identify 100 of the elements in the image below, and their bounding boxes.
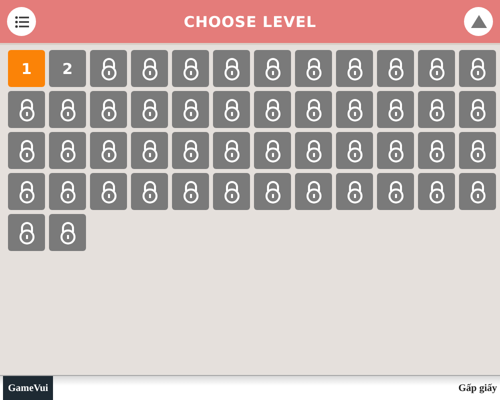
triangle-icon — [470, 15, 486, 28]
locked-level-tile[interactable] — [131, 91, 168, 128]
lock-icon — [100, 98, 118, 122]
list-icon — [14, 16, 28, 28]
locked-level-tile[interactable] — [172, 173, 209, 210]
locked-level-tile[interactable] — [459, 91, 496, 128]
lock-icon — [222, 180, 240, 204]
lock-icon — [140, 180, 158, 204]
lock-icon — [182, 56, 200, 80]
locked-level-tile[interactable] — [418, 132, 455, 169]
locked-level-tile[interactable] — [90, 173, 127, 210]
locked-level-tile[interactable] — [418, 173, 455, 210]
page-title: CHOOSE LEVEL — [184, 12, 316, 30]
lock-icon — [468, 98, 486, 122]
locked-level-tile[interactable] — [213, 173, 250, 210]
locked-level-tile[interactable] — [90, 50, 127, 87]
locked-level-tile[interactable] — [459, 173, 496, 210]
lock-icon — [58, 98, 76, 122]
locked-level-tile[interactable] — [49, 91, 86, 128]
locked-level-tile[interactable] — [336, 50, 373, 87]
lock-icon — [468, 180, 486, 204]
lock-icon — [428, 180, 446, 204]
lock-icon — [468, 56, 486, 80]
lock-icon — [100, 180, 118, 204]
locked-level-tile[interactable] — [254, 132, 291, 169]
locked-level-tile[interactable] — [90, 91, 127, 128]
lock-icon — [222, 98, 240, 122]
lock-icon — [386, 98, 404, 122]
lock-icon — [304, 98, 322, 122]
lock-icon — [140, 98, 158, 122]
locked-level-tile[interactable] — [49, 214, 86, 251]
locked-level-tile[interactable] — [377, 91, 414, 128]
lock-icon — [264, 180, 282, 204]
lock-icon — [386, 180, 404, 204]
lock-icon — [18, 180, 36, 204]
locked-level-tile[interactable] — [213, 50, 250, 87]
lock-icon — [428, 138, 446, 162]
locked-level-tile[interactable] — [49, 132, 86, 169]
locked-level-tile[interactable] — [131, 50, 168, 87]
locked-level-tile[interactable] — [8, 173, 45, 210]
lock-icon — [58, 180, 76, 204]
locked-level-tile[interactable] — [8, 91, 45, 128]
level-button[interactable]: 1 — [8, 50, 45, 87]
lock-icon — [222, 56, 240, 80]
locked-level-tile[interactable] — [336, 91, 373, 128]
level-button[interactable]: 2 — [49, 50, 86, 87]
lock-icon — [346, 56, 364, 80]
locked-level-tile[interactable] — [418, 50, 455, 87]
locked-level-tile[interactable] — [295, 50, 332, 87]
lock-icon — [18, 98, 36, 122]
locked-level-tile[interactable] — [254, 50, 291, 87]
locked-level-tile[interactable] — [459, 132, 496, 169]
locked-level-tile[interactable] — [131, 173, 168, 210]
lock-icon — [386, 56, 404, 80]
lock-icon — [182, 138, 200, 162]
lock-icon — [100, 56, 118, 80]
locked-level-tile[interactable] — [254, 173, 291, 210]
up-button[interactable] — [464, 7, 493, 36]
locked-level-tile[interactable] — [377, 173, 414, 210]
lock-icon — [304, 180, 322, 204]
locked-level-tile[interactable] — [213, 132, 250, 169]
lock-icon — [304, 138, 322, 162]
locked-level-tile[interactable] — [295, 132, 332, 169]
lock-icon — [58, 220, 76, 244]
lock-icon — [18, 220, 36, 244]
locked-level-tile[interactable] — [377, 50, 414, 87]
lock-icon — [182, 180, 200, 204]
locked-level-tile[interactable] — [49, 173, 86, 210]
lock-icon — [58, 138, 76, 162]
brand-logo[interactable]: GameVui — [3, 376, 54, 400]
lock-icon — [386, 138, 404, 162]
lock-icon — [428, 56, 446, 80]
locked-level-tile[interactable] — [131, 132, 168, 169]
lock-icon — [140, 56, 158, 80]
locked-level-tile[interactable] — [172, 91, 209, 128]
locked-level-tile[interactable] — [213, 91, 250, 128]
lock-icon — [346, 180, 364, 204]
menu-button[interactable] — [7, 7, 36, 36]
locked-level-tile[interactable] — [8, 214, 45, 251]
locked-level-tile[interactable] — [336, 132, 373, 169]
locked-level-tile[interactable] — [418, 91, 455, 128]
lock-icon — [222, 138, 240, 162]
locked-level-tile[interactable] — [336, 173, 373, 210]
locked-level-tile[interactable] — [254, 91, 291, 128]
lock-icon — [428, 98, 446, 122]
locked-level-tile[interactable] — [295, 173, 332, 210]
locked-level-tile[interactable] — [172, 132, 209, 169]
locked-level-tile[interactable] — [8, 132, 45, 169]
locked-level-tile[interactable] — [90, 132, 127, 169]
locked-level-tile[interactable] — [377, 132, 414, 169]
lock-icon — [182, 98, 200, 122]
lock-icon — [304, 56, 322, 80]
locked-level-tile[interactable] — [172, 50, 209, 87]
locked-level-tile[interactable] — [459, 50, 496, 87]
locked-level-tile[interactable] — [295, 91, 332, 128]
lock-icon — [346, 98, 364, 122]
lock-icon — [140, 138, 158, 162]
lock-icon — [18, 138, 36, 162]
lock-icon — [264, 138, 282, 162]
lock-icon — [264, 98, 282, 122]
